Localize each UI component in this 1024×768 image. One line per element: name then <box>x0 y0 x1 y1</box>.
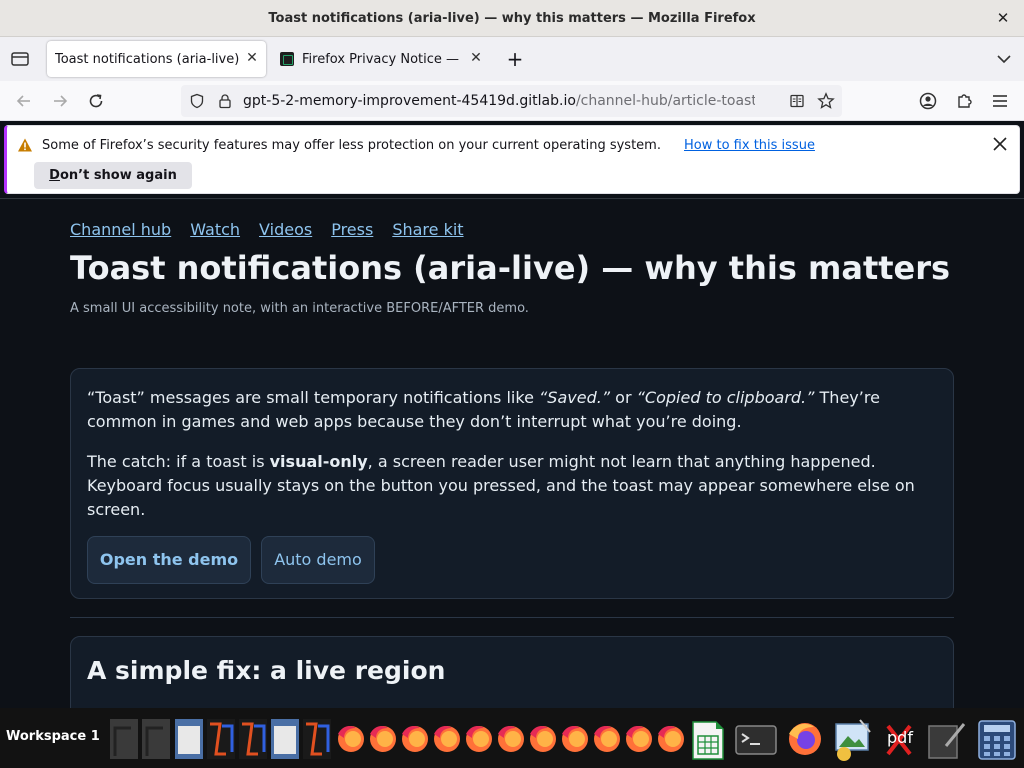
text: or <box>610 388 637 407</box>
firefox-icon[interactable] <box>494 716 524 762</box>
firefox-icon[interactable] <box>526 716 556 762</box>
firefox-icon[interactable] <box>622 716 652 762</box>
window-icon[interactable] <box>109 716 139 762</box>
firefox-icon[interactable] <box>462 716 492 762</box>
tab-firefox-privacy-notice[interactable]: Firefox Privacy Notice — Mo ✕ <box>272 41 490 77</box>
window-icon[interactable] <box>141 716 171 762</box>
image-viewer-icon[interactable] <box>830 716 874 762</box>
section-heading: A simple fix: a live region <box>87 656 446 685</box>
security-notification-bar: Some of Firefox’s security features may … <box>4 125 1020 194</box>
nav-link-videos[interactable]: Videos <box>259 220 312 239</box>
nav-link-share-kit[interactable]: Share kit <box>392 220 463 239</box>
dont-show-again-button[interactable]: Don’t show again <box>34 162 192 189</box>
url-path: /channel-hub/article-toast.html <box>575 93 755 109</box>
window-icon[interactable] <box>270 716 300 762</box>
how-to-fix-link[interactable]: How to fix this issue <box>684 138 815 153</box>
bookmark-star-icon[interactable] <box>817 92 835 110</box>
nav-link-press[interactable]: Press <box>331 220 373 239</box>
firefox-icon[interactable] <box>334 716 364 762</box>
new-tab-button[interactable]: + <box>505 47 525 71</box>
calculator-icon[interactable] <box>976 716 1018 762</box>
text: “Toast” messages are small temporary not… <box>87 388 539 407</box>
intro-paragraph-2: The catch: if a toast is visual-only, a … <box>87 450 937 522</box>
workspace-label[interactable]: Workspace 1 <box>6 729 100 744</box>
nav-link-channel-hub[interactable]: Channel hub <box>70 220 171 239</box>
app-icon[interactable] <box>206 716 236 762</box>
spreadsheet-icon[interactable] <box>690 716 726 762</box>
notification-message: Some of Firefox’s security features may … <box>42 138 661 153</box>
account-icon[interactable] <box>918 91 938 111</box>
button-access-key: D <box>49 168 60 183</box>
firefox-icon[interactable] <box>654 716 684 762</box>
firefox-icon[interactable] <box>366 716 396 762</box>
tab-list-icon[interactable] <box>10 50 30 68</box>
intro-card: “Toast” messages are small temporary not… <box>70 368 954 599</box>
url-host: gpt-5-2-memory-improvement-45419d.gitlab… <box>243 93 576 109</box>
tab-toast-notifications[interactable]: Toast notifications (aria-live) ✕ <box>47 41 266 77</box>
extensions-icon[interactable] <box>954 91 974 111</box>
window-titlebar: Toast notifications (aria-live) — why th… <box>0 0 1024 37</box>
auto-demo-button[interactable]: Auto demo <box>261 536 375 584</box>
firefox-icon[interactable] <box>398 716 428 762</box>
emphasis: visual-only <box>269 452 368 471</box>
app-icon[interactable] <box>302 716 332 762</box>
tab-strip: Toast notifications (aria-live) ✕ Firefo… <box>0 37 1024 81</box>
back-arrow-icon[interactable] <box>14 91 34 111</box>
firefox-icon[interactable] <box>558 716 588 762</box>
warning-icon <box>18 138 32 152</box>
tab-label: Toast notifications (aria-live) <box>55 51 240 67</box>
reader-view-icon[interactable] <box>789 93 805 109</box>
intro-paragraph-1: “Toast” messages are small temporary not… <box>87 386 937 434</box>
section-divider <box>70 617 954 618</box>
shield-icon[interactable] <box>189 93 205 109</box>
nav-link-watch[interactable]: Watch <box>190 220 240 239</box>
close-icon[interactable] <box>991 135 1009 153</box>
firefox-icon[interactable] <box>784 716 824 762</box>
app-icon[interactable] <box>238 716 268 762</box>
terminal-icon[interactable] <box>734 716 778 762</box>
window-title: Toast notifications (aria-live) — why th… <box>268 10 756 26</box>
page-content: Channel hub Watch Videos Press Share kit… <box>0 198 1024 708</box>
navigation-toolbar: gpt-5-2-memory-improvement-45419d.gitlab… <box>0 81 1024 121</box>
page-title: Toast notifications (aria-live) — why th… <box>70 249 951 287</box>
window-icon[interactable] <box>174 716 204 762</box>
forward-arrow-icon[interactable] <box>50 91 70 111</box>
open-demo-button[interactable]: Open the demo <box>87 536 251 584</box>
text-editor-icon[interactable] <box>926 716 968 762</box>
site-nav: Channel hub Watch Videos Press Share kit <box>70 220 464 239</box>
tab-label: Firefox Privacy Notice — Mo <box>302 51 462 67</box>
button-label: on’t show again <box>59 168 177 183</box>
hamburger-menu-icon[interactable] <box>990 91 1010 111</box>
reload-icon[interactable] <box>86 91 106 111</box>
lock-icon[interactable] <box>217 93 233 109</box>
gitlab-favicon-icon <box>280 52 294 66</box>
page-subtitle: A small UI accessibility note, with an i… <box>70 301 529 316</box>
firefox-icon[interactable] <box>430 716 460 762</box>
url-bar[interactable]: gpt-5-2-memory-improvement-45419d.gitlab… <box>181 85 842 117</box>
example-copied: “Copied to clipboard.” <box>636 388 815 407</box>
taskbar: Workspace 1 pdf <box>0 708 1024 768</box>
chevron-down-icon[interactable] <box>996 51 1012 67</box>
pdf-label[interactable]: pdf <box>887 728 913 747</box>
tab-close-icon[interactable]: ✕ <box>468 50 484 66</box>
text: The catch: if a toast is <box>87 452 270 471</box>
firefox-icon[interactable] <box>590 716 620 762</box>
live-region-card: A simple fix: a live region <box>70 636 954 708</box>
tab-close-icon[interactable]: ✕ <box>244 50 260 66</box>
url-text[interactable]: gpt-5-2-memory-improvement-45419d.gitlab… <box>243 93 755 109</box>
example-saved: “Saved.” <box>539 388 611 407</box>
window-close-button[interactable]: ✕ <box>994 9 1012 27</box>
